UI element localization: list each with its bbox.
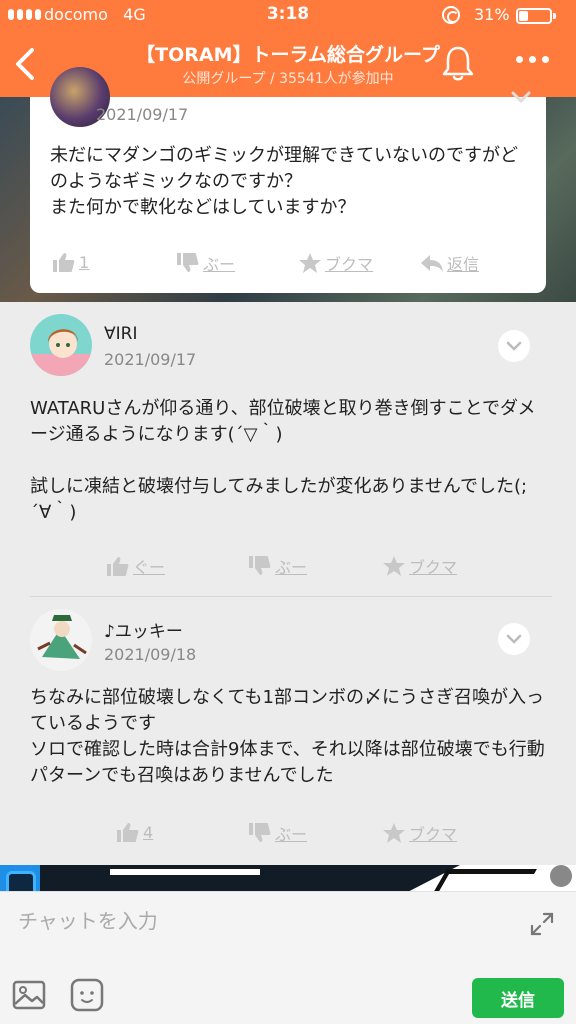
battery-percent: 31%	[474, 5, 510, 24]
chat-input[interactable]	[18, 902, 518, 940]
dislike-button[interactable]: ぶー	[248, 554, 307, 578]
sticker-icon[interactable]	[70, 978, 104, 1012]
like-button[interactable]: ぐー	[106, 554, 165, 578]
reply-button[interactable]: 返信	[420, 251, 479, 275]
bookmark-label: ブクマ	[409, 825, 458, 844]
comment-text: ちなみに部位破壊しなくても1部コンボの〆にうさぎ召喚が入っているようです ソロで…	[30, 687, 545, 786]
chevron-left-icon	[16, 48, 34, 80]
dislike-label: ぶー	[275, 825, 308, 844]
comment-item: ∀IRI 2021/09/17 WATARUさんが仰る通り、部位破壊と取り巻き倒…	[0, 302, 576, 596]
comment-date: 2021/09/18	[104, 645, 197, 664]
image-icon[interactable]	[12, 980, 46, 1010]
ad-graphic	[433, 869, 537, 891]
thumbs-up-icon	[117, 823, 139, 842]
thumbs-up-icon	[53, 253, 75, 272]
expand-icon[interactable]	[528, 910, 556, 938]
avatar[interactable]	[30, 609, 92, 671]
post-text: 未だにマダンゴのギミックが理解できていないのですがどのようなギミックなのですか？…	[50, 145, 518, 218]
group-title: 【TORAM】トーラム総合グループ	[136, 44, 440, 66]
thumbs-down-icon	[249, 556, 271, 575]
bookmark-button[interactable]: ブクマ	[382, 821, 457, 845]
more-dots-icon[interactable]	[516, 56, 549, 63]
avatar[interactable]	[30, 314, 92, 376]
rotation-lock-icon	[442, 6, 460, 24]
bookmark-label: ブクマ	[325, 255, 374, 274]
post-card: 2021/09/17 未だにマダンゴのギミックが理解できていないのですがどのよう…	[30, 67, 546, 293]
like-count: 4	[143, 822, 154, 842]
like-button[interactable]: 1	[52, 251, 89, 273]
post-date: 2021/09/17	[96, 105, 189, 124]
notification-button[interactable]	[440, 44, 476, 82]
ad-close-icon[interactable]	[550, 865, 572, 887]
battery-icon	[516, 8, 556, 24]
chevron-down-icon[interactable]	[510, 89, 532, 107]
commenter-name: ♪ユッキー	[104, 622, 183, 642]
ad-banner[interactable]	[0, 865, 576, 891]
dislike-button[interactable]: ぶー	[248, 821, 307, 845]
avatar-image	[30, 314, 92, 376]
back-button[interactable]	[10, 44, 38, 84]
bookmark-button[interactable]: ブクマ	[298, 251, 373, 275]
star-icon	[383, 823, 405, 843]
bell-icon	[442, 46, 474, 81]
thumbs-down-icon	[177, 253, 199, 272]
commenter-name: ∀IRI	[104, 324, 138, 344]
comment-date: 2021/09/17	[104, 350, 197, 369]
star-icon	[383, 556, 405, 576]
thumbs-down-icon	[249, 823, 271, 842]
like-label: ぐー	[133, 558, 166, 577]
bookmark-button[interactable]: ブクマ	[382, 554, 457, 578]
like-count: 1	[79, 252, 90, 272]
ad-app-icon	[6, 871, 36, 891]
reply-label: 返信	[447, 255, 480, 274]
comment-text: WATARUさんが仰る通り、部位破壊と取り巻き倒すことでダメージ通るようになりま…	[30, 398, 536, 523]
chevron-down-icon	[506, 634, 522, 644]
send-button[interactable]: 送信	[472, 978, 564, 1018]
dislike-button[interactable]: ぶー	[176, 251, 235, 275]
battery-level	[519, 11, 528, 21]
like-button[interactable]: 4	[116, 821, 153, 843]
star-icon	[299, 253, 321, 273]
comment-menu-button[interactable]	[498, 330, 530, 362]
dislike-label: ぶー	[275, 558, 308, 577]
thumbs-up-icon	[107, 557, 129, 576]
comment-menu-button[interactable]	[498, 623, 530, 655]
bookmark-label: ブクマ	[409, 558, 458, 577]
status-bar: docomo 4G 3:18 31%	[0, 0, 576, 32]
ad-title-graphic	[110, 869, 260, 891]
comment-item: ♪ユッキー 2021/09/18 ちなみに部位破壊しなくても1部コンボの〆にうさ…	[0, 597, 576, 865]
group-subtitle: 公開グループ / 35541人が参加中	[182, 71, 394, 87]
avatar-image	[30, 609, 92, 671]
dislike-label: ぶー	[203, 255, 236, 274]
reply-icon	[421, 255, 443, 272]
composer: 送信	[0, 891, 576, 1024]
chevron-down-icon	[506, 341, 522, 351]
